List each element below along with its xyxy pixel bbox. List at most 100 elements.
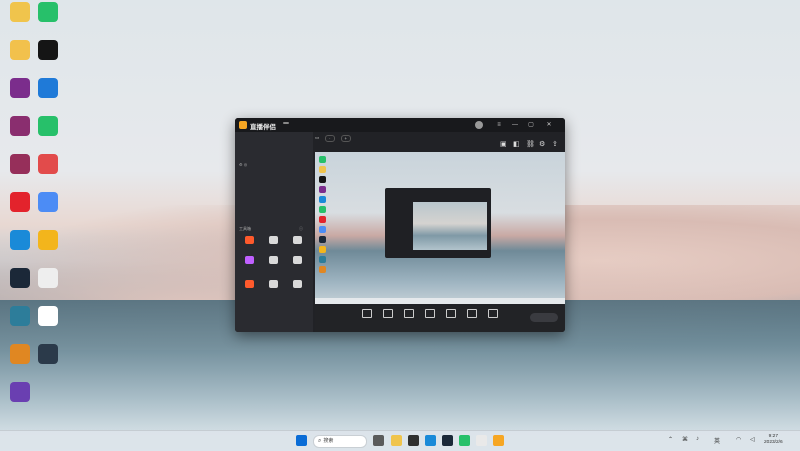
- toolbar-button-2[interactable]: [378, 309, 398, 319]
- store-icon[interactable]: [408, 435, 419, 446]
- wechat-icon: [38, 116, 58, 136]
- tool-6[interactable]: [287, 256, 307, 274]
- clock[interactable]: 9:27 2023/2/6: [764, 434, 783, 446]
- speaker-icon[interactable]: ◁: [750, 436, 755, 443]
- sidebar-tabs: [235, 132, 313, 138]
- qq-desktop-icon[interactable]: [30, 40, 66, 76]
- wifi-icon[interactable]: ◠: [736, 436, 741, 443]
- chat-panel: [704, 118, 796, 123]
- settings-gear-icon[interactable]: ⚙: [539, 140, 545, 148]
- link-icon[interactable]: ⛓: [526, 140, 535, 148]
- scene-row: ▭ · +: [315, 135, 352, 142]
- taskview-icon[interactable]: [373, 435, 384, 446]
- tool-1[interactable]: [239, 236, 259, 254]
- yellow-app-desktop-icon[interactable]: [30, 230, 66, 266]
- toolbar-button-icon: [467, 309, 477, 318]
- preview-icon: [319, 156, 326, 163]
- terminal-icon: [10, 306, 30, 326]
- close-icon[interactable]: ✕: [545, 121, 553, 129]
- green-app-desktop-icon[interactable]: [30, 2, 66, 38]
- avatar[interactable]: [475, 121, 483, 129]
- steam-icon[interactable]: [442, 435, 453, 446]
- preview-icon: [319, 256, 326, 263]
- edge-icon[interactable]: [425, 435, 436, 446]
- tool-8-icon: [268, 280, 278, 288]
- taskbar: ⌕ 搜索 ⌃ ⌘ ♪ 英 ◠ ◁ 9:27 2023/2/6: [0, 430, 800, 451]
- tools-label: 工具箱: [239, 226, 251, 231]
- toolbar-button-4[interactable]: [420, 309, 440, 319]
- search-icon: ⌕: [318, 438, 322, 444]
- search-label: 搜索: [323, 438, 334, 444]
- document-icon: [38, 306, 58, 326]
- app-window[interactable]: 直播伴侣 ≡ — ▢ ✕ ⚙ ◎ 工具箱 ⓘ ▭ · + ▣ ◧ ⛓ ⚙ ⇪: [235, 118, 565, 332]
- tool-8[interactable]: [263, 280, 283, 298]
- tool-7[interactable]: [239, 280, 259, 298]
- capture-icon[interactable]: ◧: [513, 140, 520, 148]
- mobile-app-desktop-icon[interactable]: [30, 268, 66, 304]
- tool-5[interactable]: [263, 256, 283, 274]
- nested-preview-window: [385, 188, 491, 258]
- wechat-icon[interactable]: [459, 435, 470, 446]
- toolbar-button-3[interactable]: [399, 309, 419, 319]
- preview-icon: [319, 176, 326, 183]
- tool-2[interactable]: [263, 236, 283, 254]
- preview-taskbar: [315, 298, 565, 304]
- green-app-icon: [38, 2, 58, 22]
- windows-start-icon[interactable]: [296, 435, 307, 446]
- game-1-icon: [10, 344, 30, 364]
- preview-desktop-icons: [317, 156, 329, 276]
- wechat-desktop-icon[interactable]: [30, 116, 66, 152]
- toolbar-button-icon: [446, 309, 456, 318]
- live-app-icon[interactable]: [493, 435, 504, 446]
- scene-add[interactable]: +: [340, 135, 352, 142]
- minimize-icon[interactable]: —: [511, 121, 519, 129]
- edge-app-desktop-icon[interactable]: [30, 78, 66, 114]
- winrar-2-icon: [10, 116, 30, 136]
- main-panel: ▭ · + ▣ ◧ ⛓ ⚙ ⇪: [315, 132, 565, 332]
- game-3-desktop-icon[interactable]: [2, 382, 38, 418]
- chevron-up-icon[interactable]: ⌃: [668, 436, 673, 443]
- toolbar-button-7[interactable]: [483, 309, 503, 319]
- title-bar[interactable]: 直播伴侣 ≡ — ▢ ✕: [235, 118, 565, 132]
- clock-date: 2023/2/6: [764, 440, 783, 445]
- toolbar-button-1[interactable]: [357, 309, 377, 319]
- game-2-desktop-icon[interactable]: [30, 344, 66, 380]
- input-method-icon[interactable]: 英: [714, 436, 720, 445]
- record-icon[interactable]: ▣: [500, 140, 507, 148]
- document-desktop-icon[interactable]: [30, 306, 66, 342]
- share-icon[interactable]: ⇪: [552, 140, 558, 148]
- network-icon[interactable]: ⌘: [682, 436, 688, 443]
- tool-4[interactable]: [239, 256, 259, 274]
- edge-app-icon: [38, 78, 58, 98]
- maximize-icon[interactable]: ▢: [527, 121, 535, 129]
- toolbar-button-icon: [488, 309, 498, 318]
- blue-app-desktop-icon[interactable]: [30, 192, 66, 228]
- folder-2-icon: [10, 40, 30, 60]
- go-live-button[interactable]: [530, 313, 558, 322]
- toolbar-button-5[interactable]: [441, 309, 461, 319]
- search-input[interactable]: ⌕ 搜索: [313, 435, 367, 448]
- red-app-icon: [38, 154, 58, 174]
- toolbar-button-6[interactable]: [462, 309, 482, 319]
- toolbar-button-icon: [404, 309, 414, 318]
- preview-icon: [319, 216, 326, 223]
- tool-1-icon: [244, 236, 254, 244]
- edge-icon: [10, 230, 30, 250]
- settings-icon[interactable]: ⚙ ◎: [239, 162, 247, 167]
- live-preview[interactable]: [315, 152, 565, 304]
- tool-9[interactable]: [287, 280, 307, 298]
- qq-icon: [38, 40, 58, 60]
- toolbar-button-icon: [425, 309, 435, 318]
- info-icon[interactable]: ⓘ: [299, 226, 303, 232]
- red-app-desktop-icon[interactable]: [30, 154, 66, 190]
- menu-icon[interactable]: ≡: [495, 121, 503, 129]
- tool-icon[interactable]: [476, 435, 487, 446]
- explorer-icon[interactable]: [391, 435, 402, 446]
- volume-icon[interactable]: ♪: [696, 436, 699, 442]
- folder-1-icon: [10, 2, 30, 22]
- preview-icon: [319, 226, 326, 233]
- scene-tab[interactable]: ·: [325, 135, 335, 142]
- blue-app-icon: [38, 192, 58, 212]
- app-title: 直播伴侣: [250, 124, 276, 131]
- tool-3[interactable]: [287, 236, 307, 254]
